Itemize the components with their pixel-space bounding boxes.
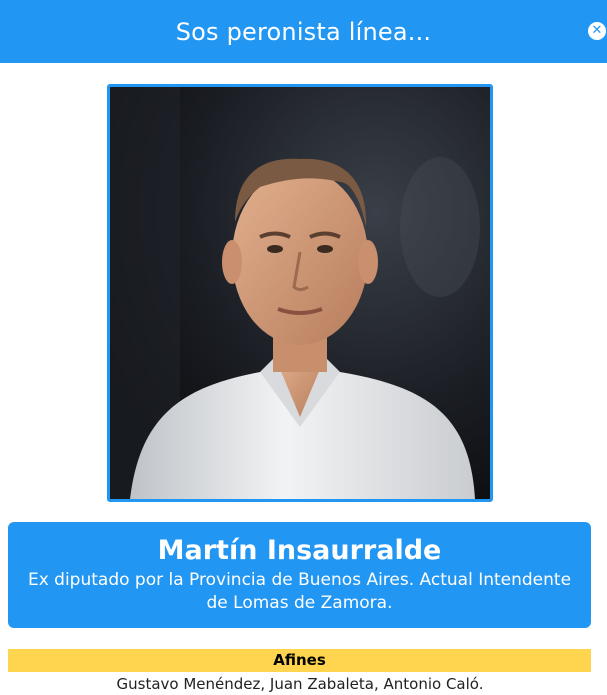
- header-bar: Sos peronista línea... ✕: [0, 0, 607, 63]
- afines-names: Gustavo Menéndez, Juan Zabaleta, Antonio…: [116, 675, 484, 693]
- profile-card: Martín Insaurralde Ex diputado por la Pr…: [8, 522, 591, 628]
- page-title: Sos peronista línea...: [175, 17, 432, 46]
- profile-name: Martín Insaurralde: [157, 535, 442, 566]
- profile-description: Ex diputado por la Provincia de Buenos A…: [27, 570, 572, 613]
- close-icon: ✕: [591, 23, 603, 38]
- profile-photo: [107, 84, 493, 502]
- afines-heading: Afines: [8, 649, 591, 672]
- close-button[interactable]: ✕: [588, 22, 606, 40]
- portrait-photo: [110, 87, 490, 499]
